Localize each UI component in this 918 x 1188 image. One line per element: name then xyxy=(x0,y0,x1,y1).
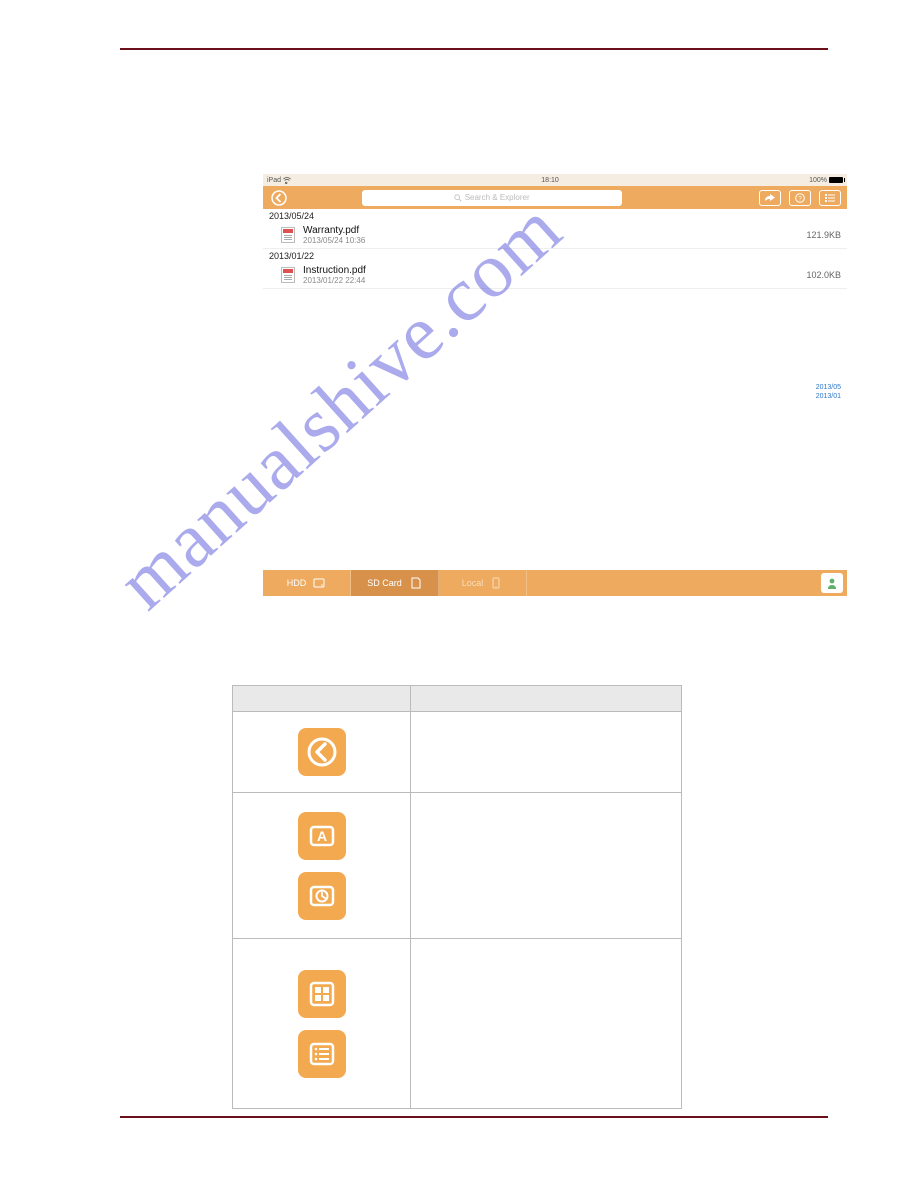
pdf-icon xyxy=(281,267,295,283)
storage-tabs: HDD SD Card Local xyxy=(263,570,847,596)
file-size: 102.0KB xyxy=(806,270,841,280)
section-header: 2013/01/22 xyxy=(263,249,847,262)
sort-time-icon xyxy=(298,872,346,920)
file-name: Warranty.pdf xyxy=(303,225,806,236)
pdf-icon xyxy=(281,227,295,243)
date-index[interactable]: 2013/05 2013/01 xyxy=(816,384,841,402)
help-button[interactable]: ? xyxy=(789,190,811,206)
table-cell: A xyxy=(233,793,411,939)
battery-icon xyxy=(829,177,843,183)
table-cell xyxy=(233,712,411,793)
view-toggle-button[interactable] xyxy=(819,190,841,206)
tablet-icon xyxy=(489,576,503,590)
icon-description-table: A xyxy=(232,685,682,1109)
bottom-rule xyxy=(120,1116,828,1118)
back-icon xyxy=(298,728,346,776)
wifi-icon xyxy=(283,177,291,184)
section-header: 2013/05/24 xyxy=(263,209,847,222)
question-icon: ? xyxy=(795,193,805,203)
tab-label: HDD xyxy=(287,578,307,588)
tab-hdd[interactable]: HDD xyxy=(263,570,351,596)
table-header xyxy=(233,686,411,712)
table-cell xyxy=(411,793,682,939)
tab-label: Local xyxy=(462,578,484,588)
status-bar: iPad 18:10 100% xyxy=(263,174,847,186)
battery-text: 100% xyxy=(809,177,827,184)
search-input[interactable]: Search & Explorer xyxy=(362,190,622,206)
table-header xyxy=(411,686,682,712)
tab-sdcard[interactable]: SD Card xyxy=(351,570,439,596)
clock: 18:10 xyxy=(541,177,559,184)
index-item[interactable]: 2013/05 xyxy=(816,384,841,391)
tab-label: SD Card xyxy=(367,578,402,588)
nav-bar: Search & Explorer ? xyxy=(263,186,847,209)
tab-local[interactable]: Local xyxy=(439,570,527,596)
file-row[interactable]: Warranty.pdf 2013/05/24 10:36 121.9KB xyxy=(263,222,847,249)
svg-text:A: A xyxy=(316,828,326,844)
table-cell xyxy=(411,939,682,1109)
file-list: 2013/05/24 Warranty.pdf 2013/05/24 10:36… xyxy=(263,209,847,289)
device-screenshot: iPad 18:10 100% Search & Explorer ? xyxy=(263,174,847,596)
hdd-icon xyxy=(312,576,326,590)
back-button[interactable] xyxy=(269,189,289,207)
sdcard-icon xyxy=(408,576,422,590)
file-size: 121.9KB xyxy=(806,230,841,240)
file-timestamp: 2013/05/24 10:36 xyxy=(303,236,806,245)
list-view-icon xyxy=(298,1030,346,1078)
list-icon xyxy=(824,193,836,203)
avatar-icon xyxy=(825,576,839,590)
table-cell xyxy=(233,939,411,1109)
file-name: Instruction.pdf xyxy=(303,265,806,276)
search-icon xyxy=(454,194,462,202)
file-timestamp: 2013/01/22 22:44 xyxy=(303,276,806,285)
search-placeholder: Search & Explorer xyxy=(465,193,530,202)
share-icon xyxy=(764,193,776,203)
index-item[interactable]: 2013/01 xyxy=(816,393,841,400)
device-label: iPad xyxy=(267,177,281,184)
table-cell xyxy=(411,712,682,793)
top-rule xyxy=(120,48,828,50)
file-row[interactable]: Instruction.pdf 2013/01/22 22:44 102.0KB xyxy=(263,262,847,289)
account-button[interactable] xyxy=(821,573,843,593)
grid-view-icon xyxy=(298,970,346,1018)
sort-alpha-icon: A xyxy=(298,812,346,860)
share-button[interactable] xyxy=(759,190,781,206)
